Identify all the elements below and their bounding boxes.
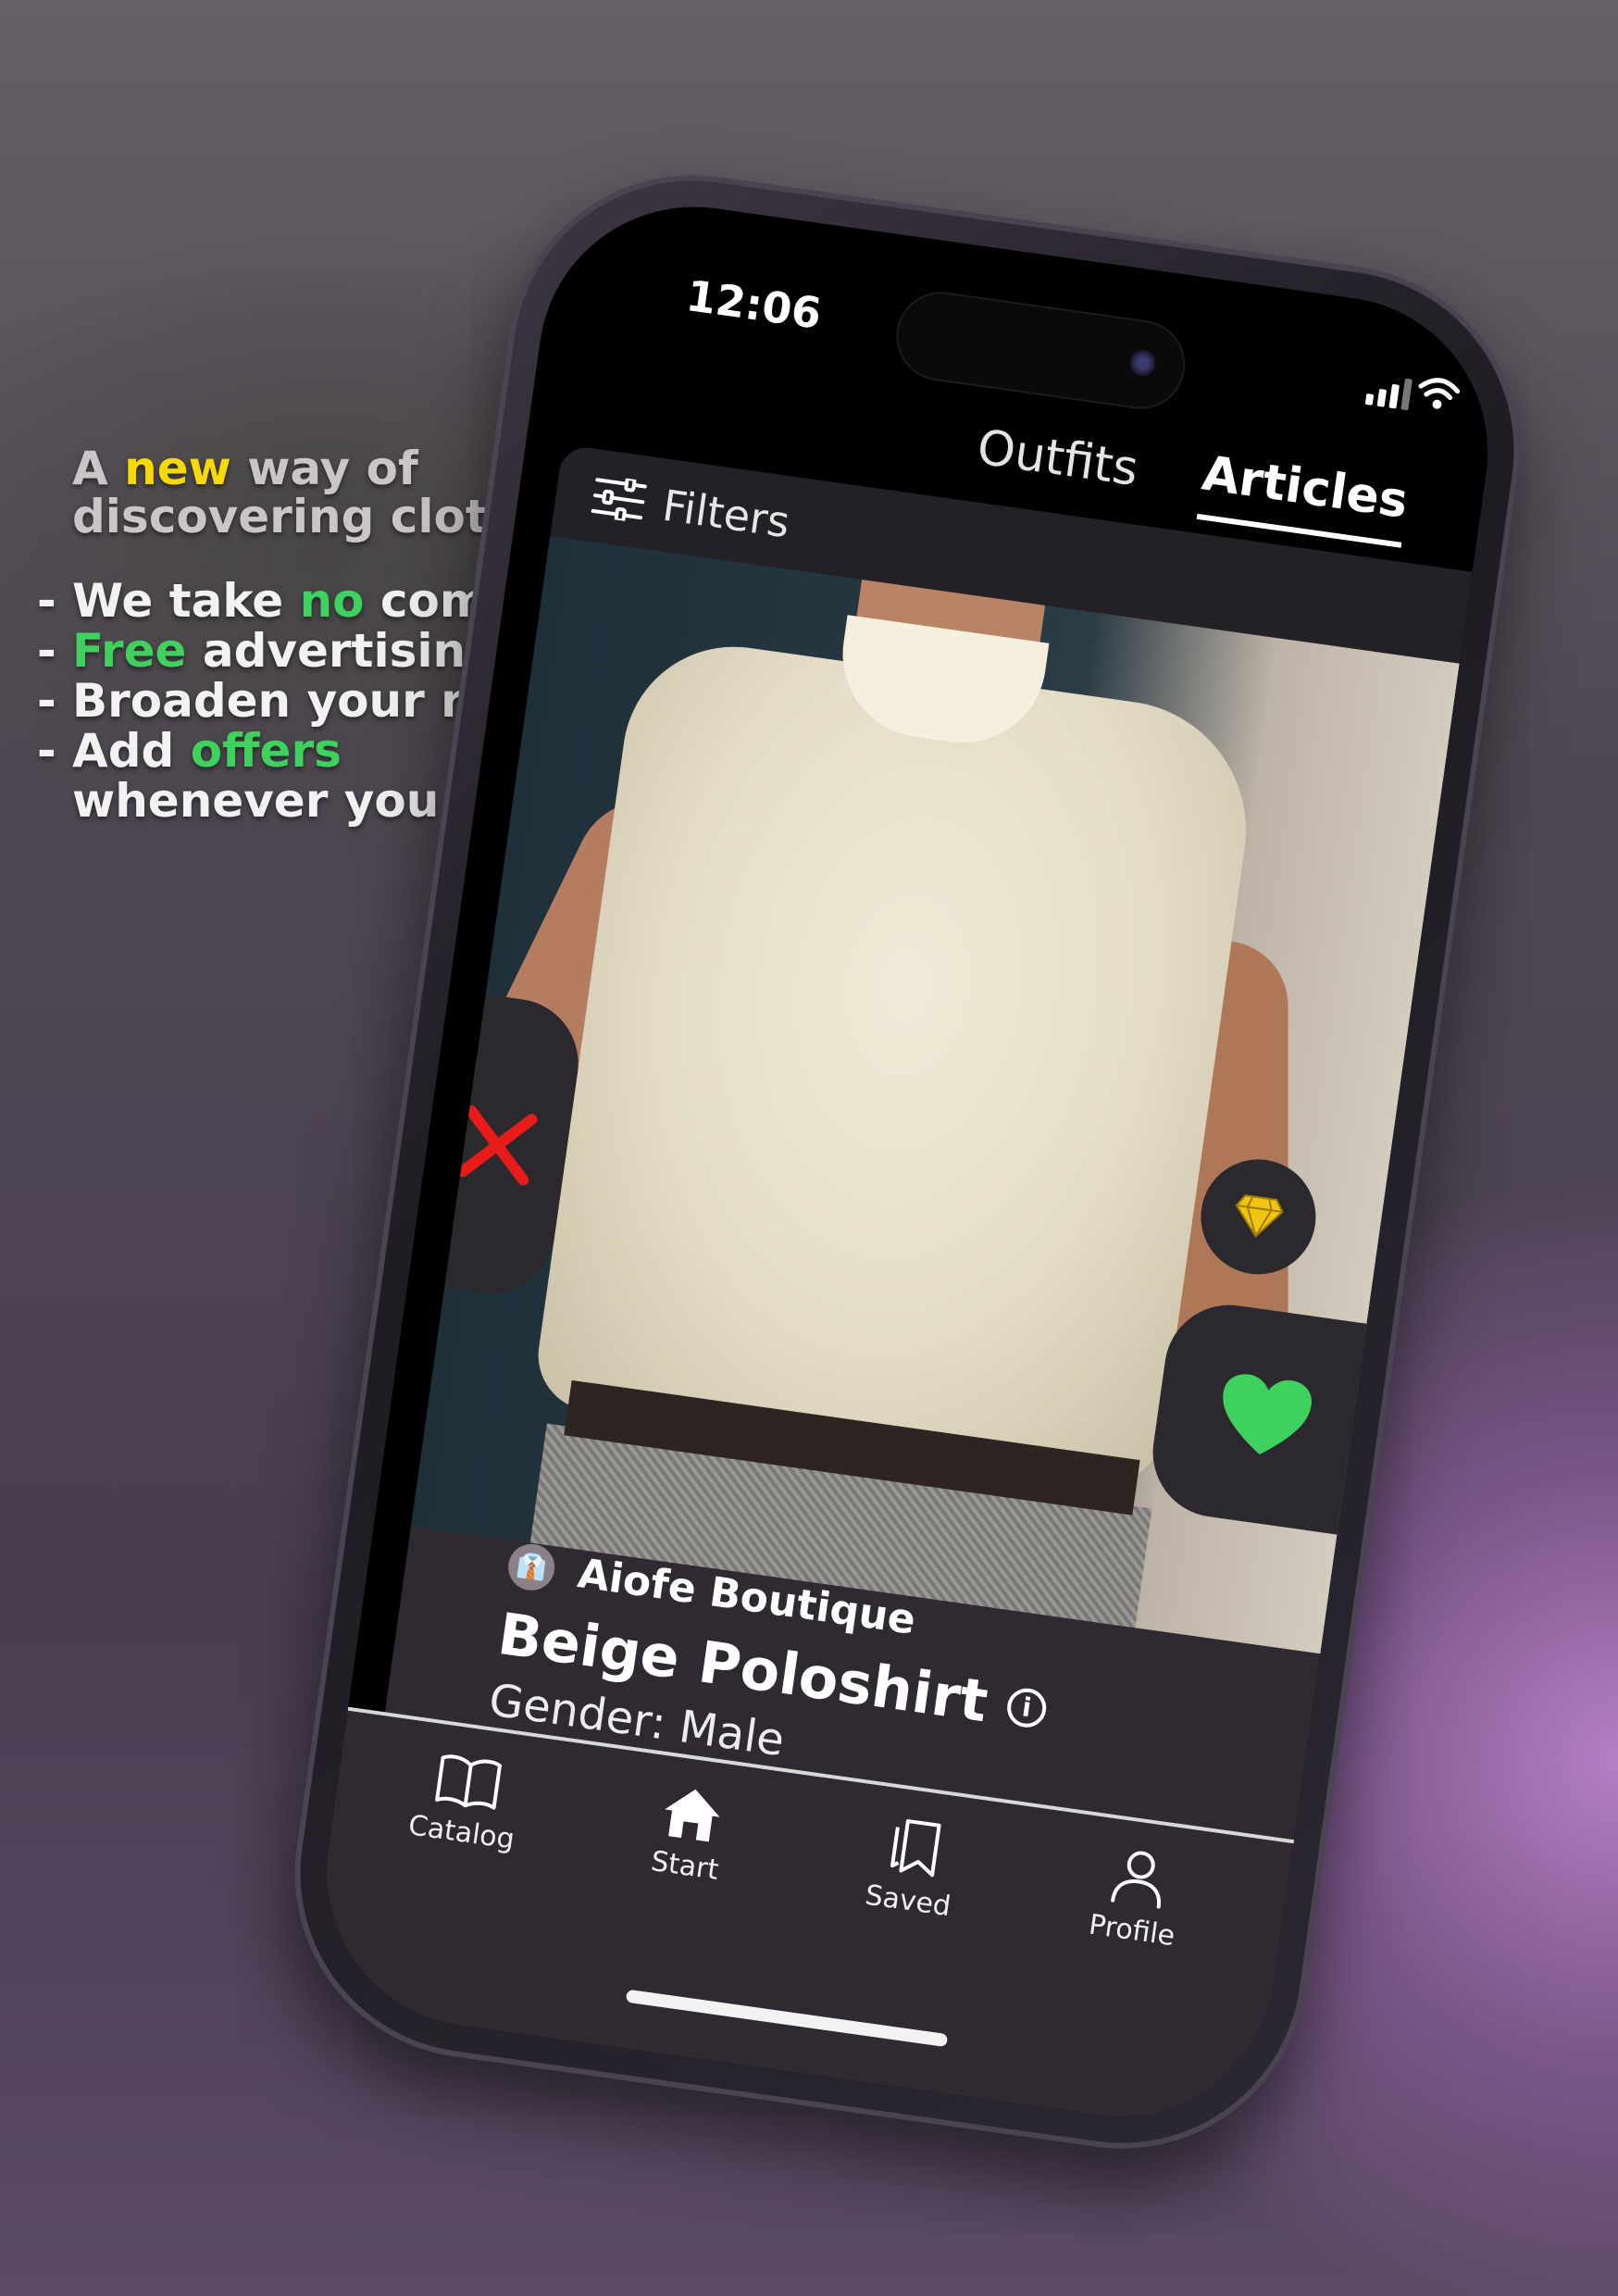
sliders-icon [591, 477, 647, 523]
camera-icon [1127, 348, 1158, 378]
nav-label: Saved [863, 1878, 953, 1924]
product-photo [411, 535, 1460, 1654]
nav-start[interactable]: Start [600, 1776, 778, 1897]
wifi-icon [1418, 378, 1461, 409]
nav-label: Catalog [405, 1809, 517, 1856]
nav-saved[interactable]: Saved [823, 1807, 1002, 1928]
tab-articles[interactable]: Articles [1196, 445, 1412, 548]
home-icon [665, 1789, 720, 1842]
like-button[interactable] [1144, 1296, 1386, 1538]
signal-icon [1364, 378, 1413, 411]
close-icon [456, 1104, 538, 1186]
status-time: 12:06 [683, 270, 825, 339]
nav-label: Start [649, 1845, 721, 1887]
nav-profile[interactable]: Profile [1047, 1839, 1226, 1960]
headline-highlight: new [124, 442, 231, 495]
heart-icon [1223, 1374, 1312, 1455]
nav-label: Profile [1087, 1908, 1177, 1953]
person-icon [1111, 1851, 1161, 1909]
info-icon[interactable]: i [1004, 1685, 1049, 1729]
nav-catalog[interactable]: Catalog [376, 1744, 554, 1866]
tab-outfits[interactable]: Outfits [972, 419, 1141, 510]
article-card[interactable]: 👔 Aiofe Boutique Beige Poloshirt i Gende… [384, 535, 1460, 1953]
bookmark-icon [890, 1819, 941, 1878]
status-bar: 12:06 [542, 187, 1508, 457]
filters-label: Filters [659, 480, 793, 548]
diamond-icon [1235, 1194, 1284, 1239]
home-indicator[interactable] [625, 1989, 949, 2048]
dynamic-island [890, 286, 1191, 415]
photo-shirt [530, 632, 1263, 1491]
book-icon [435, 1754, 502, 1810]
headline-part: A [72, 442, 125, 495]
headline-part: way of [230, 442, 418, 495]
brand-logo-icon: 👔 [504, 1541, 558, 1593]
